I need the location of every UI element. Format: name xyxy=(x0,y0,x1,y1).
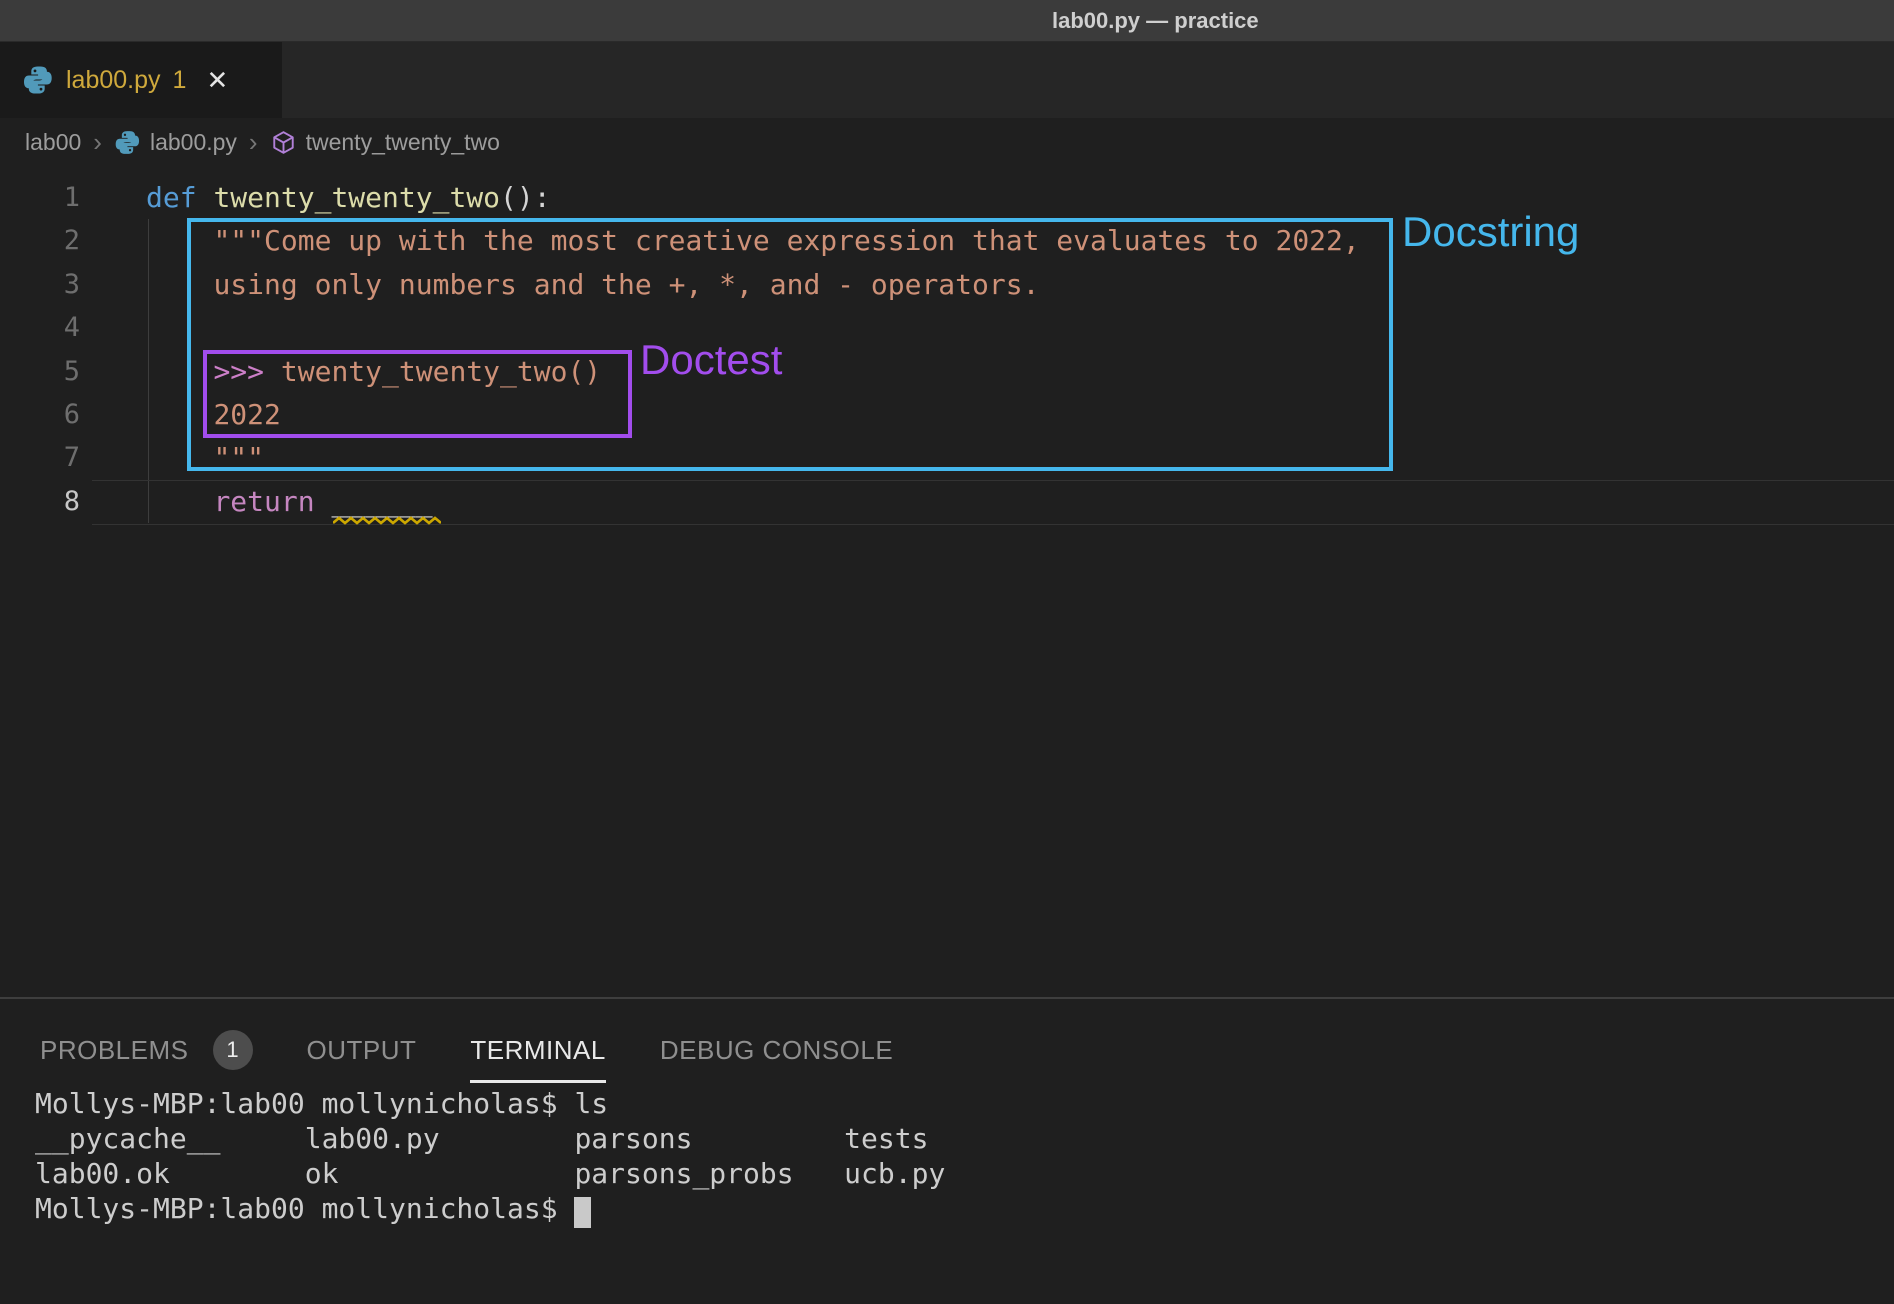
chevron-right-icon: › xyxy=(249,127,258,158)
code-editor[interactable]: 1def twenty_twenty_two():2 """Come up wi… xyxy=(0,176,1894,523)
panel-tab-problems[interactable]: PROBLEMS 1 xyxy=(40,1030,253,1087)
terminal-prompt: Mollys-MBP:lab00 mollynicholas$ xyxy=(35,1192,574,1225)
code-line-5[interactable]: 5 >>> twenty_twenty_two() xyxy=(0,350,1894,393)
panel-tab-debug-console[interactable]: DEBUG CONSOLE xyxy=(660,1035,893,1083)
breadcrumb-item-lab00[interactable]: lab00 xyxy=(25,129,81,156)
code-line-3[interactable]: 3 using only numbers and the +, *, and -… xyxy=(0,263,1894,306)
breadcrumb-item-symbol[interactable]: twenty_twenty_two xyxy=(306,129,500,156)
code-text: using only numbers and the +, *, and - o… xyxy=(146,263,1039,306)
panel-tab-label: OUTPUT xyxy=(307,1035,417,1066)
line-number: 3 xyxy=(0,263,80,306)
code-text: 2022 xyxy=(146,393,281,436)
panel-tab-output[interactable]: OUTPUT xyxy=(307,1035,417,1083)
terminal-output[interactable]: Mollys-MBP:lab00 mollynicholas$ ls__pyca… xyxy=(35,1086,945,1226)
breadcrumb: lab00 › lab00.py › twenty_twenty_two xyxy=(0,118,1894,166)
line-number: 2 xyxy=(0,219,80,262)
panel-tab-label: PROBLEMS xyxy=(40,1035,189,1066)
code-line-8[interactable]: 8 return ______ xyxy=(0,480,1894,523)
code-line-7[interactable]: 7 """ xyxy=(0,436,1894,479)
doctest-annotation-label: Doctest xyxy=(640,336,782,384)
docstring-annotation-label: Docstring xyxy=(1402,208,1579,256)
line-number: 7 xyxy=(0,436,80,479)
code-text: """Come up with the most creative expres… xyxy=(146,219,1360,262)
panel-separator xyxy=(0,997,1894,999)
symbol-cube-icon xyxy=(270,129,297,156)
tab-lab00py[interactable]: lab00.py 1 ✕ xyxy=(0,42,282,118)
chevron-right-icon: › xyxy=(93,127,102,158)
terminal-line: __pycache__ lab00.py parsons tests xyxy=(35,1121,945,1156)
code-line-4[interactable]: 4 xyxy=(0,306,1894,349)
code-text: def twenty_twenty_two(): xyxy=(146,176,551,219)
code-text: """ xyxy=(146,436,264,479)
tab-warning-count: 1 xyxy=(173,66,187,95)
line-number: 8 xyxy=(0,480,80,523)
terminal-cursor[interactable] xyxy=(574,1197,591,1228)
window-title: lab00.py — practice xyxy=(1052,8,1292,34)
python-icon xyxy=(22,64,54,96)
panel-tabs: PROBLEMS 1 OUTPUT TERMINAL DEBUG CONSOLE xyxy=(40,1030,893,1087)
panel-tab-label: DEBUG CONSOLE xyxy=(660,1035,893,1066)
line-number: 6 xyxy=(0,393,80,436)
terminal-prompt-line: Mollys-MBP:lab00 mollynicholas$ xyxy=(35,1191,945,1226)
close-icon[interactable]: ✕ xyxy=(206,65,228,96)
problems-count-badge: 1 xyxy=(213,1030,253,1070)
tab-strip: lab00.py 1 ✕ xyxy=(0,42,1894,118)
line-number: 4 xyxy=(0,306,80,349)
panel-tab-label: TERMINAL xyxy=(470,1035,605,1066)
code-text: >>> twenty_twenty_two() xyxy=(146,350,601,393)
code-line-6[interactable]: 6 2022 xyxy=(0,393,1894,436)
vscode-window: lab00.py — practice lab00.py 1 ✕ lab00 ›… xyxy=(0,0,1894,1304)
line-number: 5 xyxy=(0,350,80,393)
terminal-line: Mollys-MBP:lab00 mollynicholas$ ls xyxy=(35,1086,945,1121)
line-number: 1 xyxy=(0,176,80,219)
breadcrumb-item-lab00py[interactable]: lab00.py xyxy=(150,129,237,156)
code-line-2[interactable]: 2 """Come up with the most creative expr… xyxy=(0,219,1894,262)
code-line-1[interactable]: 1 def twenty_twenty_two(): xyxy=(0,176,1894,219)
python-icon xyxy=(114,129,141,156)
panel-tab-terminal[interactable]: TERMINAL xyxy=(470,1035,605,1083)
warning-squiggle-icon xyxy=(333,516,441,525)
titlebar: lab00.py — practice xyxy=(0,0,1894,42)
terminal-line: lab00.ok ok parsons_probs ucb.py xyxy=(35,1156,945,1191)
tab-label: lab00.py xyxy=(66,66,161,95)
